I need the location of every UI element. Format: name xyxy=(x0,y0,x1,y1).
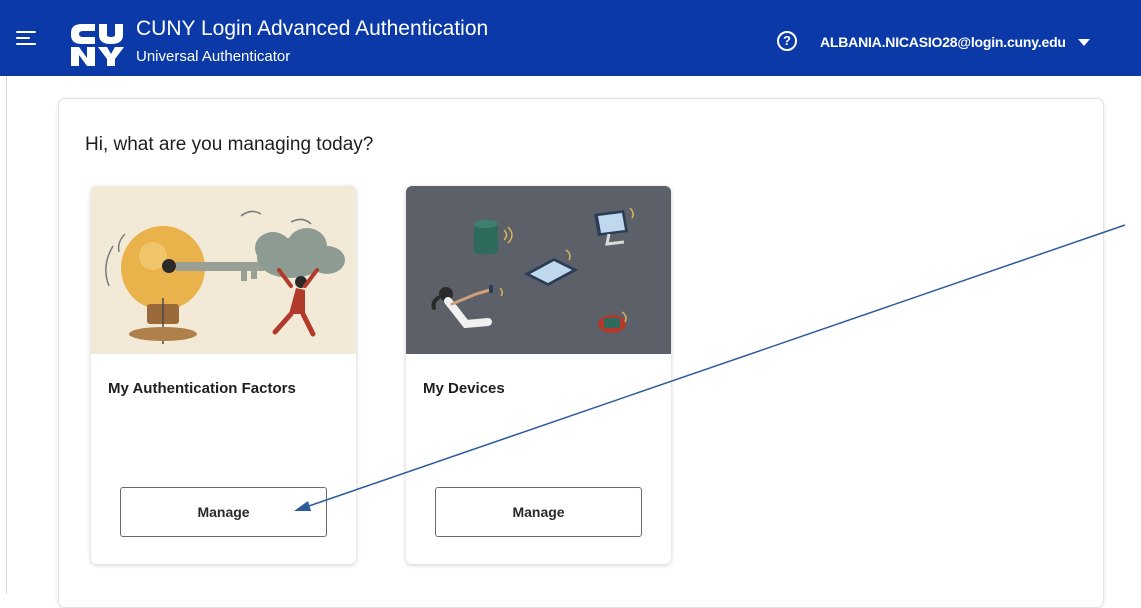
user-email: ALBANIA.NICASIO28@login.cuny.edu xyxy=(820,34,1066,50)
manage-authentication-factors-button[interactable]: Manage xyxy=(120,487,327,537)
left-divider xyxy=(6,76,7,594)
user-menu[interactable]: ALBANIA.NICASIO28@login.cuny.edu xyxy=(820,31,1090,53)
cuny-logo xyxy=(71,24,124,66)
caret-down-icon xyxy=(1077,38,1090,46)
page-greeting: Hi, what are you managing today? xyxy=(85,134,374,155)
app-subtitle: Universal Authenticator xyxy=(136,48,291,65)
card-title: My Devices xyxy=(423,380,505,397)
top-header: CUNY Login Advanced Authentication Unive… xyxy=(0,0,1141,76)
lightbulb-key-illustration xyxy=(91,186,356,354)
help-icon[interactable]: ? xyxy=(777,31,797,51)
menu-icon[interactable] xyxy=(16,28,38,46)
manage-devices-button[interactable]: Manage xyxy=(435,487,642,537)
devices-illustration xyxy=(406,186,671,354)
card-authentication-factors: My Authentication Factors Manage xyxy=(91,186,356,564)
card-devices: My Devices Manage xyxy=(406,186,671,564)
app-title: CUNY Login Advanced Authentication xyxy=(136,17,489,40)
card-title: My Authentication Factors xyxy=(108,380,296,397)
